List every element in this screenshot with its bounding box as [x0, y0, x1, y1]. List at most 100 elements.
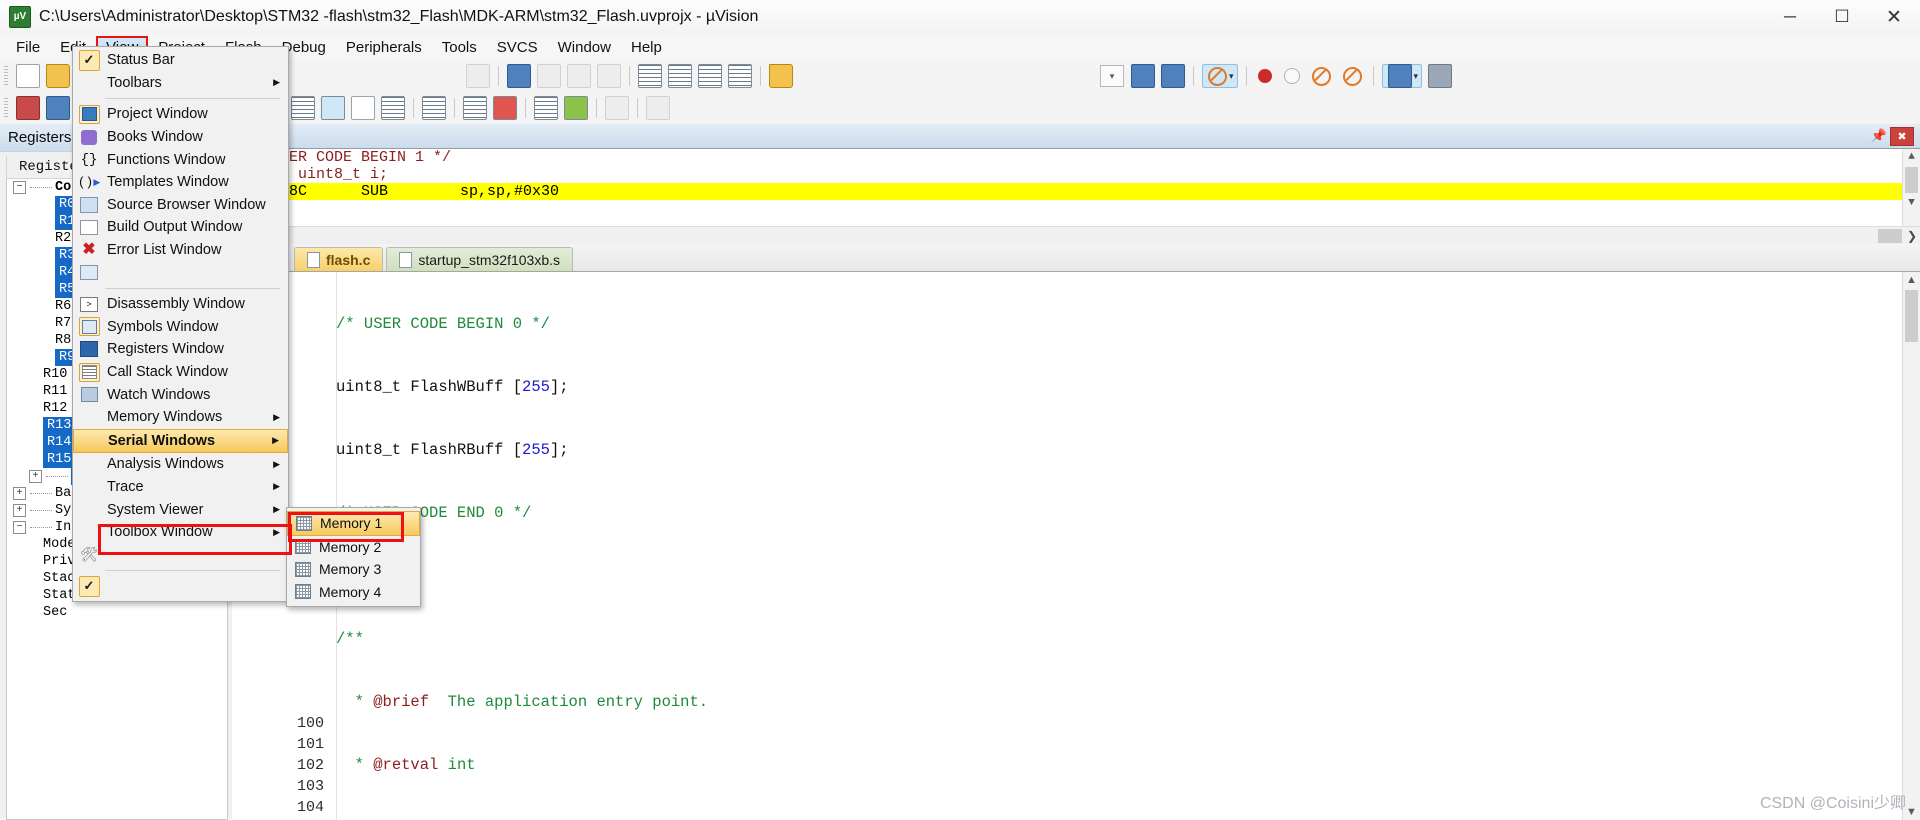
serial-window-toolicon[interactable]	[534, 96, 558, 120]
menu-item-error-list-window[interactable]: ✖ Error List Window	[73, 239, 288, 262]
prev-bookmark-icon[interactable]	[537, 64, 561, 88]
uncomment-icon[interactable]	[728, 64, 752, 88]
menu-item-analysis-windows[interactable]: Trace ▶	[73, 476, 288, 499]
insert-bookmark-icon[interactable]	[507, 64, 531, 88]
new-file-icon[interactable]	[16, 64, 40, 88]
trace-toolicon[interactable]	[605, 96, 629, 120]
expander-collapse-icon[interactable]: −	[13, 521, 26, 534]
indent-icon[interactable]	[638, 64, 662, 88]
scroll-down-icon[interactable]: ▼	[1903, 195, 1920, 211]
expander-collapse-icon[interactable]: −	[13, 181, 26, 194]
submenu-item-memory-1[interactable]: Memory 1	[287, 511, 420, 536]
analysis-window-toolicon[interactable]	[564, 96, 588, 120]
menu-item-label: Watch Windows	[107, 386, 211, 403]
menu-peripherals[interactable]: Peripherals	[336, 36, 432, 59]
disassembly-body[interactable]: /* USER CODE BEGIN 1 */ uint8_t i; .8 B0…	[232, 148, 1920, 227]
symbols-toolicon[interactable]	[351, 96, 375, 120]
menu-item-functions-window[interactable]: {} Functions Window	[73, 148, 288, 171]
scroll-up-icon[interactable]: ▲	[1903, 272, 1920, 288]
clear-bookmarks-icon[interactable]	[597, 64, 621, 88]
menu-item-memory-windows[interactable]: Serial Windows ▶	[73, 428, 288, 454]
close-button[interactable]: ✕	[1868, 0, 1920, 34]
menu-item-watch-windows[interactable]: Memory Windows ▶	[73, 406, 288, 429]
menu-item-registers-window[interactable]: Call Stack Window	[73, 361, 288, 384]
expander-expand-icon[interactable]: +	[13, 504, 26, 517]
expander-expand-icon[interactable]: +	[29, 470, 42, 483]
window-layout-button[interactable]: ▾	[1381, 64, 1423, 88]
watch-window-toolicon[interactable]	[463, 96, 487, 120]
minimize-button[interactable]: ─	[1764, 0, 1816, 34]
menu-item-status-bar[interactable]: ✓ Status Bar	[73, 49, 288, 72]
menu-svcs[interactable]: SVCS	[487, 36, 548, 59]
next-bookmark-icon[interactable]	[567, 64, 591, 88]
step-into-icon[interactable]	[466, 64, 490, 88]
command-window-toolicon[interactable]	[291, 96, 315, 120]
target-select[interactable]: ▾	[1100, 65, 1124, 87]
submenu-item-memory-4[interactable]: Memory 4	[287, 581, 420, 604]
menu-item-toolbox-window[interactable]: 🛠	[73, 543, 288, 566]
menu-item-templates-window[interactable]: () ▶ Templates Window	[73, 171, 288, 194]
call-stack-toolicon[interactable]	[422, 96, 446, 120]
menu-item-source-browser-window[interactable]: Source Browser Window	[73, 194, 288, 217]
close-icon[interactable]: ✖	[1890, 126, 1914, 146]
menu-item-system-viewer[interactable]: Toolbox Window ▶	[73, 521, 288, 544]
memory-windows-submenu[interactable]: Memory 1 Memory 2 Memory 3 Memory 4	[286, 507, 421, 607]
maximize-button[interactable]: ☐	[1816, 0, 1868, 34]
debug-toolbar-grip[interactable]	[4, 98, 8, 118]
scroll-thumb[interactable]	[1878, 229, 1902, 243]
scroll-thumb[interactable]	[1905, 290, 1918, 342]
scroll-thumb[interactable]	[1905, 167, 1918, 193]
comment-icon[interactable]	[698, 64, 722, 88]
download-icon[interactable]	[1161, 64, 1185, 88]
options-wrench-icon[interactable]	[1428, 64, 1453, 88]
system-viewer-toolicon[interactable]	[646, 96, 670, 120]
menu-item-build-output-window[interactable]: Build Output Window	[73, 216, 288, 239]
scroll-right-icon[interactable]: ❯	[1904, 229, 1920, 243]
menu-item-command-window[interactable]: > Disassembly Window	[73, 293, 288, 316]
menu-item-books-window[interactable]: Books Window	[73, 126, 288, 149]
submenu-item-memory-2[interactable]: Memory 2	[287, 536, 420, 559]
menu-tools[interactable]: Tools	[432, 36, 487, 59]
open-file-icon[interactable]	[46, 64, 70, 88]
insert-breakpoint-icon[interactable]	[1257, 69, 1272, 83]
configure-icon[interactable]	[769, 64, 793, 88]
reset-icon[interactable]	[16, 96, 40, 120]
tab-flash-c[interactable]: flash.c	[294, 247, 384, 271]
menu-item-serial-windows[interactable]: Analysis Windows ▶	[73, 453, 288, 476]
memory-window-toolicon[interactable]	[493, 96, 517, 120]
toolbar-grip[interactable]	[4, 66, 8, 86]
code-content[interactable]: /* USER CODE BEGIN 0 */ uint8_t FlashWBu…	[336, 272, 1896, 820]
build-target-icon[interactable]	[1131, 64, 1155, 88]
menu-item-call-stack-window[interactable]: Watch Windows	[73, 383, 288, 406]
menu-item-symbols-window[interactable]: Registers Window	[73, 338, 288, 361]
menu-item-trace[interactable]: System Viewer ▶	[73, 498, 288, 521]
kill-all-breakpoints-icon[interactable]	[1311, 66, 1331, 86]
menu-item-project-window[interactable]: Project Window	[73, 103, 288, 126]
menu-window[interactable]: Window	[548, 36, 621, 59]
expander-expand-icon[interactable]: +	[13, 487, 26, 500]
run-icon[interactable]	[46, 96, 70, 120]
submenu-item-memory-3[interactable]: Memory 3	[287, 558, 420, 581]
debug-session-button[interactable]: ▾	[1202, 64, 1238, 88]
menu-item-toolbars[interactable]: Toolbars ▶	[73, 72, 288, 95]
tab-startup-stm32f103xb-s[interactable]: startup_stm32f103xb.s	[386, 247, 573, 271]
pin-icon[interactable]: 📌	[1868, 127, 1890, 145]
disable-all-breakpoints-icon[interactable]	[1342, 66, 1362, 86]
scroll-up-icon[interactable]: ▲	[1903, 149, 1920, 165]
code-editor[interactable]: 100 101 102 103 104 /* USER CODE BEGIN 0…	[232, 271, 1920, 820]
view-menu-dropdown[interactable]: ✓ Status Bar Toolbars ▶ Project Window B…	[72, 46, 289, 602]
outdent-icon[interactable]	[668, 64, 692, 88]
registers-toolicon[interactable]	[381, 96, 405, 120]
editor-vscrollbar[interactable]: ▲ ▼	[1902, 272, 1920, 820]
register-label: Sec	[43, 605, 68, 620]
disassembly-vscrollbar[interactable]: ▲ ▼	[1902, 149, 1920, 227]
disassembly-toolicon[interactable]	[321, 96, 345, 120]
menu-item-disassembly-window[interactable]: Symbols Window	[73, 316, 288, 339]
menu-item-find-in-files-window[interactable]	[73, 261, 288, 284]
register-row-sec[interactable]: Sec	[7, 604, 227, 621]
menu-help[interactable]: Help	[621, 36, 672, 59]
menu-item-periodic-window-update[interactable]: ✓	[73, 575, 288, 598]
menu-file[interactable]: File	[6, 36, 50, 59]
disassembly-hscrollbar[interactable]: ❯	[232, 226, 1920, 245]
disable-breakpoint-icon[interactable]	[1283, 68, 1300, 84]
